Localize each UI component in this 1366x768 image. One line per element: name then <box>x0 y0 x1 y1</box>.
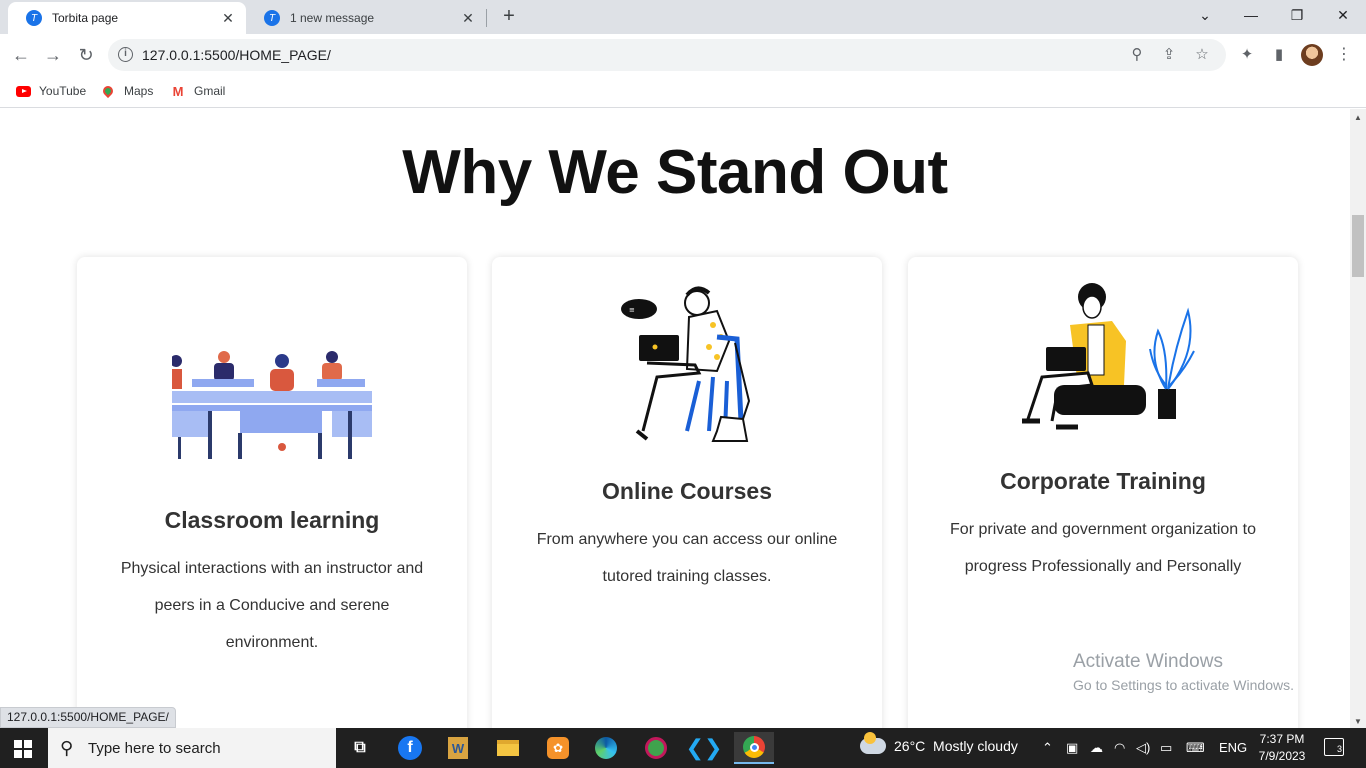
browser-toolbar: ← → ↻ i 127.0.0.1:5500/HOME_PAGE/ ⚲ ⇪ ☆ … <box>0 34 1366 76</box>
close-icon[interactable]: ✕ <box>460 10 476 27</box>
card-text: Physical interactions with an instructor… <box>120 560 424 651</box>
word-icon[interactable]: W <box>442 732 474 764</box>
online-courses-illustration: ≡ <box>492 281 882 447</box>
gmail-icon: M <box>172 83 184 99</box>
watermark-title: Activate Windows <box>1073 651 1223 672</box>
page-title: Why We Stand Out <box>402 138 948 207</box>
back-arrow-icon[interactable]: ← <box>8 42 34 68</box>
youtube-icon <box>15 83 31 99</box>
feature-card-online: ≡ Online Courses From anywhere you can a… <box>492 257 882 728</box>
tab-title: 1 new message <box>290 11 375 25</box>
cloudy-weather-icon <box>860 732 886 754</box>
watermark-subtitle: Go to Settings to activate Windows. <box>1073 677 1294 693</box>
tab-torbita-page[interactable]: T Torbita page ✕ <box>8 2 246 34</box>
bookmark-youtube[interactable]: YouTube <box>15 83 86 99</box>
card-title: Online Courses <box>602 478 772 504</box>
close-icon[interactable]: ✕ <box>220 10 236 27</box>
card-text: From anywhere you can access our online … <box>536 531 838 585</box>
meet-now-icon[interactable]: ▣ <box>1066 740 1078 756</box>
notification-center-icon[interactable]: 3 <box>1324 738 1344 756</box>
search-icon: ⚲ <box>60 738 74 758</box>
classroom-illustration <box>77 347 467 459</box>
taskbar-search-box[interactable]: ⚲ Type here to search <box>48 728 336 768</box>
page-viewport: Why We Stand Out Classroom learning Phys… <box>0 109 1350 728</box>
bookmark-star-icon[interactable]: ☆ <box>1193 46 1211 64</box>
chevron-up-icon[interactable]: ⌃ <box>1042 740 1053 756</box>
close-window-button[interactable]: ✕ <box>1320 0 1366 30</box>
restore-button[interactable]: ❐ <box>1274 0 1320 30</box>
facebook-icon[interactable]: f <box>394 732 426 764</box>
keyboard-icon[interactable]: ⌨ <box>1186 740 1205 756</box>
scroll-down-arrow-icon[interactable]: ▼ <box>1350 717 1366 726</box>
minimize-button[interactable]: — <box>1228 0 1274 30</box>
tab-separator <box>486 9 487 27</box>
wifi-icon[interactable]: ◠ <box>1114 740 1125 756</box>
language-indicator[interactable]: ENG <box>1219 740 1247 755</box>
card-title: Classroom learning <box>164 507 380 533</box>
volume-icon[interactable]: ◁) <box>1136 740 1150 756</box>
new-tab-button[interactable]: + <box>498 6 520 28</box>
bookmarks-bar: YouTube Maps M Gmail <box>0 76 1366 108</box>
url-text: 127.0.0.1:5500/HOME_PAGE/ <box>142 47 331 63</box>
link-status-bubble: 127.0.0.1:5500/HOME_PAGE/ <box>0 707 176 728</box>
torbita-logo-icon: T <box>26 10 42 26</box>
zoom-icon[interactable]: ⚲ <box>1128 46 1146 64</box>
card-title: Corporate Training <box>1000 468 1206 494</box>
system-clock[interactable]: 7:37 PM 7/9/2023 <box>1252 731 1312 765</box>
weather-text: 26°C Mostly cloudy <box>894 738 1018 754</box>
menu-kebab-icon[interactable]: ⋮ <box>1336 44 1352 66</box>
notification-count: 3 <box>1336 744 1342 754</box>
corporate-training-illustration <box>908 281 1298 437</box>
share-icon[interactable]: ⇪ <box>1160 46 1178 64</box>
extensions-icon[interactable]: ✦ <box>1238 46 1256 64</box>
battery-icon[interactable]: ▭ <box>1160 740 1172 756</box>
app-green-icon[interactable] <box>640 732 672 764</box>
tab-title: Torbita page <box>52 11 119 25</box>
search-placeholder: Type here to search <box>88 740 221 757</box>
bookmark-maps[interactable]: Maps <box>100 83 153 99</box>
tab-strip: T Torbita page ✕ T 1 new message ✕ + ⌄ —… <box>0 0 1366 34</box>
reload-icon[interactable]: ↻ <box>73 42 99 68</box>
onedrive-icon[interactable]: ☁ <box>1090 740 1103 756</box>
clock-time: 7:37 PM <box>1259 732 1305 746</box>
vscode-icon[interactable]: ❮❯ <box>686 732 723 764</box>
windows-start-icon[interactable] <box>14 740 32 758</box>
svg-text:≡: ≡ <box>629 306 635 314</box>
feature-card-classroom: Classroom learning Physical interactions… <box>77 257 467 728</box>
bookmark-label: Gmail <box>194 84 226 98</box>
file-explorer-icon[interactable] <box>492 732 524 764</box>
page-scrollbar[interactable]: ▲ ▼ <box>1350 109 1366 728</box>
profile-avatar[interactable] <box>1301 44 1323 66</box>
scroll-thumb[interactable] <box>1352 215 1364 277</box>
bookmark-gmail[interactable]: M Gmail <box>170 83 226 99</box>
tab-new-message[interactable]: T 1 new message ✕ <box>246 2 486 34</box>
scroll-up-arrow-icon[interactable]: ▲ <box>1350 113 1366 122</box>
maps-icon <box>100 83 116 99</box>
edge-icon[interactable] <box>590 732 622 764</box>
task-view-icon[interactable]: ⧉ <box>344 732 376 764</box>
chrome-icon[interactable] <box>734 732 774 764</box>
bookmark-label: YouTube <box>39 84 87 98</box>
uc-browser-icon[interactable]: ✿ <box>542 732 574 764</box>
clock-date: 7/9/2023 <box>1258 749 1306 763</box>
windows-taskbar: ⚲ Type here to search ⧉ f W ✿ ❮❯ 26°C Mo… <box>0 728 1366 768</box>
tab-search-chevron-down-icon[interactable]: ⌄ <box>1182 0 1228 30</box>
address-bar[interactable]: i 127.0.0.1:5500/HOME_PAGE/ ⚲ ⇪ ☆ <box>108 39 1226 71</box>
side-panel-icon[interactable]: ▮ <box>1270 46 1288 64</box>
site-info-icon[interactable]: i <box>118 47 133 62</box>
activate-windows-watermark: Activate Windows Go to Settings to activ… <box>1073 651 1294 693</box>
bookmark-label: Maps <box>124 84 154 98</box>
torbita-logo-icon: T <box>264 10 280 26</box>
weather-widget[interactable]: 26°C Mostly cloudy <box>860 732 1018 754</box>
card-text: For private and government organization … <box>950 521 1256 575</box>
forward-arrow-icon[interactable]: → <box>40 42 66 68</box>
